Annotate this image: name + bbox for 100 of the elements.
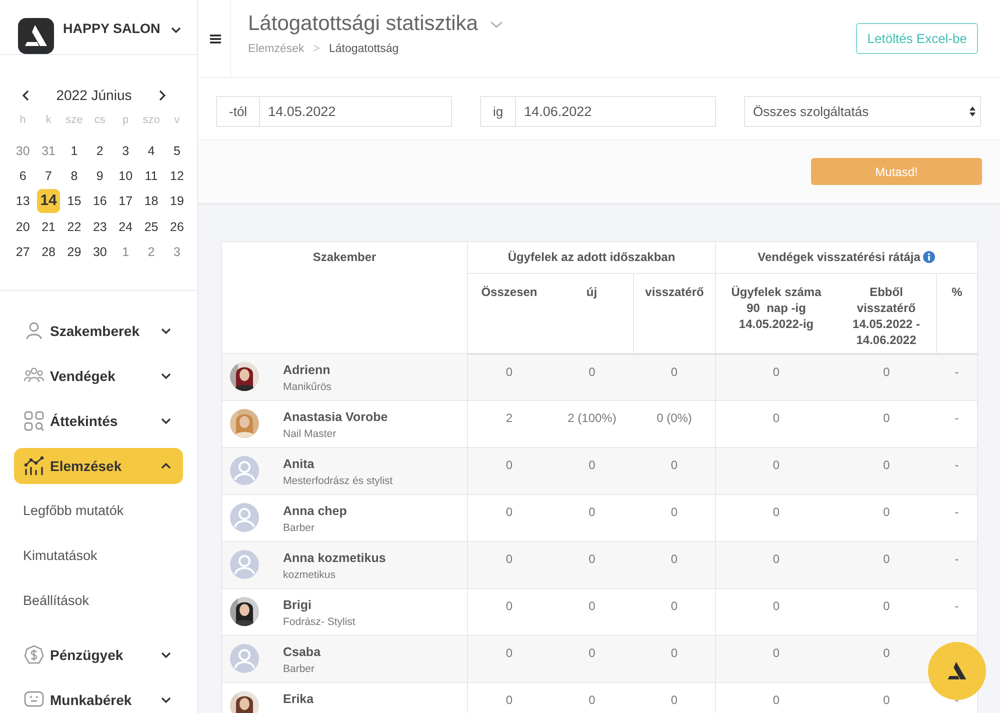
table-cell: - (954, 411, 959, 425)
calendar-month: 2022 Június (56, 87, 132, 103)
nav-item[interactable]: Vendégek (14, 358, 183, 394)
table-cell: 0 (588, 646, 596, 660)
nav-subitem[interactable]: Legfőbb mutatók (14, 492, 183, 529)
calendar-day[interactable]: 31 (36, 139, 60, 163)
column-header: visszatérő (645, 285, 704, 299)
table-cell: 0 (588, 364, 596, 378)
weekday-label: p (122, 114, 130, 126)
calendar-day[interactable]: 5 (165, 139, 189, 163)
calendar-day[interactable]: 30 (11, 139, 35, 163)
column-group-header: Ügyfelek az adott időszakban (508, 250, 676, 264)
table-cell: 0 (883, 646, 890, 660)
calendar-day[interactable]: 9 (88, 164, 112, 188)
calendar-day[interactable]: 3 (114, 139, 138, 163)
grid-icon (24, 410, 44, 431)
staff-role: Fodrász- Stylist (283, 616, 356, 628)
calendar-day[interactable]: 2 (139, 240, 164, 264)
nav-item[interactable]: Pénzügyek (14, 636, 183, 673)
table-cell: 0 (670, 364, 678, 378)
calendar-day[interactable]: 28 (36, 240, 60, 264)
table-cell: 0 (883, 458, 890, 472)
calendar-day[interactable]: 18 (139, 189, 164, 214)
nav-item[interactable]: Elemzések (14, 448, 183, 484)
table-cell: 0 (588, 693, 596, 707)
calendar-day[interactable]: 19 (165, 189, 189, 214)
calendar-day[interactable]: 8 (62, 164, 86, 188)
nav-item[interactable]: Szakemberek (14, 312, 183, 349)
table-cell: 0 (772, 599, 780, 613)
table-cell: 0 (772, 505, 780, 519)
table-cell: 2 (100%) (568, 411, 616, 425)
staff-name: Erika (283, 692, 314, 706)
calendar-day[interactable]: 11 (139, 164, 164, 188)
calendar-day[interactable]: 13 (11, 189, 35, 214)
avatar-icon (230, 550, 259, 579)
table-cell: - (954, 505, 959, 519)
calendar-day[interactable]: 22 (62, 214, 86, 239)
calendar-day[interactable]: 16 (88, 189, 112, 214)
calendar-day[interactable]: 26 (165, 214, 189, 239)
chevron-icon (161, 696, 171, 703)
nav-subitem[interactable]: Beállítások (14, 582, 183, 619)
logo-icon (18, 18, 54, 54)
next-month-icon[interactable] (158, 90, 166, 100)
staff-role: Nail Master (283, 428, 338, 440)
calendar-day[interactable]: 30 (88, 240, 112, 264)
calendar-day[interactable]: 12 (165, 164, 189, 188)
calendar-day[interactable]: 6 (11, 164, 35, 188)
table-cell: 0 (588, 552, 596, 566)
table-cell: 0 (670, 505, 678, 519)
table-cell: 0 (670, 693, 678, 707)
chevron-icon (161, 462, 171, 469)
calendar-day[interactable]: 27 (11, 240, 35, 264)
table-cell: 0 (0%) (656, 411, 692, 425)
table-cell: 0 (588, 458, 596, 472)
avatar-icon (230, 456, 259, 485)
calendar-day[interactable]: 15 (62, 189, 86, 214)
column-header: új (586, 285, 598, 299)
table-cell: 0 (883, 411, 890, 425)
calendar-day[interactable]: 23 (88, 214, 112, 239)
table-cell: - (954, 364, 959, 378)
coin-icon (24, 644, 44, 665)
calendar-day[interactable]: 29 (62, 240, 86, 264)
table-cell: 0 (506, 552, 513, 566)
calendar-day[interactable]: 10 (114, 164, 138, 188)
nav-subitem[interactable]: Kimutatások (14, 538, 183, 574)
table-cell: 0 (588, 505, 596, 519)
calendar-day[interactable]: 2 (88, 139, 112, 163)
calendar-day[interactable]: 25 (139, 214, 164, 239)
table-cell: 0 (506, 646, 513, 660)
calendar-day[interactable]: 21 (36, 214, 60, 239)
calendar-day[interactable]: 3 (165, 240, 189, 264)
calendar-day[interactable]: 7 (36, 164, 60, 188)
chevron-icon (161, 418, 171, 424)
staff-name: Csaba (283, 645, 321, 659)
staff-name: Anna chep (283, 504, 347, 518)
table-cell: - (954, 458, 959, 472)
staff-name: Anastasia Vorobe (283, 410, 388, 424)
calendar-day[interactable]: 14 (36, 189, 60, 214)
calendar-day[interactable]: 4 (139, 139, 164, 163)
chevron-icon (171, 27, 181, 33)
menu-icon[interactable] (210, 34, 220, 44)
weekday-label: szo (142, 114, 161, 126)
calendar-day[interactable]: 24 (114, 214, 138, 239)
calendar-day[interactable]: 20 (11, 214, 35, 239)
calendar-day[interactable]: 1 (114, 240, 138, 264)
previous-month-icon[interactable] (22, 90, 29, 100)
date-field[interactable]: 14.06.2022 (516, 96, 716, 127)
calendar-day[interactable]: 1 (62, 139, 86, 163)
table-cell: 0 (772, 646, 780, 660)
field-label: -tól (216, 96, 260, 127)
calendar-day[interactable]: 17 (114, 189, 138, 214)
service-select[interactable]: Összes szolgáltatás (744, 96, 981, 127)
staff-role: Barber (283, 522, 316, 534)
table-cell: 0 (506, 458, 513, 472)
nav-item[interactable]: Áttekintés (14, 402, 183, 439)
info-icon[interactable] (923, 251, 936, 263)
staff-name: Adrienn (283, 363, 332, 377)
date-field[interactable]: 14.05.2022 (260, 96, 452, 127)
salon-name: HAPPY SALON (63, 21, 162, 36)
nav-item[interactable]: Munkabérek (14, 682, 183, 713)
